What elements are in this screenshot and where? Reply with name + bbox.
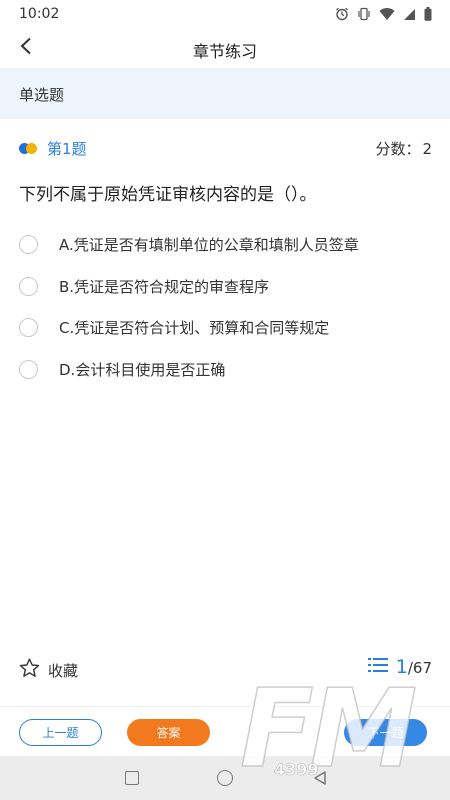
- favorite-label: 收藏: [48, 661, 79, 680]
- radio-button[interactable]: [19, 276, 38, 296]
- action-bar: 上一题 答案 下一题: [0, 706, 450, 756]
- question-type-label: 单选题: [19, 86, 65, 104]
- option-b[interactable]: B.凭证是否符合规定的审查程序: [0, 267, 450, 309]
- back-triangle-icon[interactable]: [312, 770, 328, 786]
- status-bar: 10:02: [0, 0, 450, 28]
- question-marker-icon: [19, 143, 39, 154]
- options-list: A.凭证是否有填制单位的公章和填制人员签章 B.凭证是否符合规定的审查程序 C.…: [0, 225, 450, 391]
- wifi-icon: [379, 7, 395, 21]
- option-a[interactable]: A.凭证是否有填制单位的公章和填制人员签章: [0, 225, 450, 267]
- favorite-button[interactable]: 收藏: [19, 658, 78, 682]
- page-title: 章节练习: [192, 42, 257, 61]
- recents-icon[interactable]: [125, 771, 139, 785]
- radio-button[interactable]: [19, 235, 38, 254]
- option-label: B.凭证是否符合规定的审查程序: [59, 277, 270, 296]
- progress-current: 1: [395, 656, 408, 678]
- home-icon[interactable]: [217, 770, 233, 786]
- option-c[interactable]: C.凭证是否符合计划、预算和合同等规定: [0, 308, 450, 350]
- score-label: 分数：: [375, 140, 421, 158]
- star-icon: [19, 658, 40, 682]
- radio-button[interactable]: [19, 359, 38, 379]
- option-label: A.凭证是否有填制单位的公章和填制人员签章: [59, 236, 359, 254]
- score-value: 2: [422, 140, 432, 158]
- alarm-icon: [335, 7, 349, 21]
- question-number: 第1题: [47, 140, 87, 158]
- status-time: 10:02: [19, 6, 60, 22]
- status-icons: [335, 6, 432, 22]
- signal-icon: [403, 8, 416, 21]
- progress-total: /67: [407, 659, 432, 677]
- option-label: D.会计科目使用是否正确: [59, 360, 226, 379]
- radio-button[interactable]: [19, 318, 38, 337]
- question-type-banner: 单选题: [0, 68, 450, 119]
- list-icon: [367, 657, 388, 677]
- question-meta: 第1题 分数： 2: [0, 135, 450, 161]
- tools-row: 收藏 1/67: [0, 652, 450, 688]
- battery-icon: [424, 7, 432, 21]
- prev-question-button[interactable]: 上一题: [19, 719, 102, 746]
- option-label: C.凭证是否符合计划、预算和合同等规定: [59, 319, 330, 337]
- next-question-button[interactable]: 下一题: [344, 719, 427, 746]
- question-progress[interactable]: 1/67: [367, 656, 432, 678]
- question-text: 下列不属于原始凭证审核内容的是（）。: [19, 185, 317, 205]
- answer-button[interactable]: 答案: [127, 719, 210, 746]
- vibrate-icon: [357, 7, 371, 21]
- system-nav-bar: [0, 756, 450, 800]
- app-header: 章节练习: [0, 28, 450, 68]
- option-d[interactable]: D.会计科目使用是否正确: [0, 350, 450, 392]
- score: 分数： 2: [375, 138, 432, 159]
